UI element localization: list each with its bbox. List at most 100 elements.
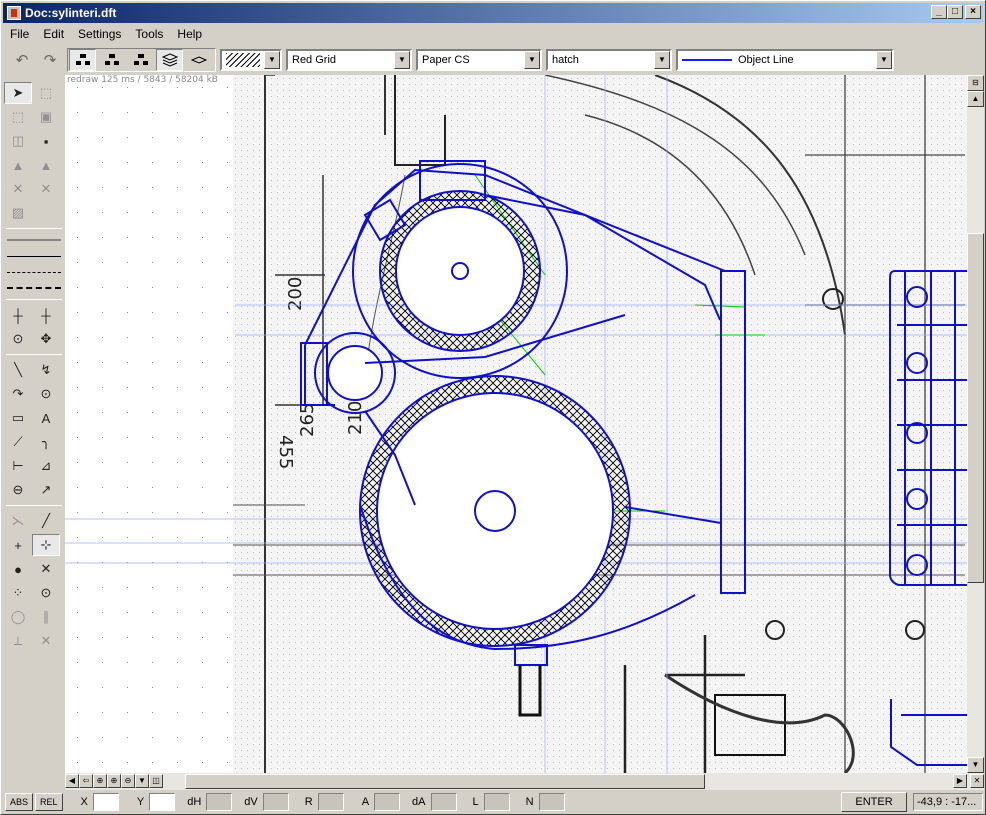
- parallel-icon[interactable]: ∥: [32, 606, 60, 628]
- r-input[interactable]: [317, 793, 344, 811]
- center-icon[interactable]: ⊙: [32, 582, 60, 604]
- nearest-icon[interactable]: ✕: [32, 630, 60, 652]
- hatch-combo[interactable]: hatch ▼: [546, 48, 672, 71]
- l-input[interactable]: [483, 793, 510, 811]
- circle-tool-icon[interactable]: ⊙: [32, 383, 60, 405]
- chevron-down-icon[interactable]: ▼: [264, 50, 280, 69]
- hatch-tool-icon[interactable]: ▨: [4, 202, 32, 224]
- polyline-tool-icon[interactable]: ↯: [32, 359, 60, 381]
- text-tool-icon[interactable]: A: [32, 407, 60, 429]
- select-crossing-icon[interactable]: ▣: [32, 106, 60, 128]
- line-style-object[interactable]: [4, 232, 64, 248]
- horizontal-scrollbar[interactable]: ◀ ⇦ ⊕ ⊕ ⊖ ▼ ◫ ▶ ✕: [65, 773, 984, 790]
- y-input[interactable]: [149, 793, 176, 811]
- leader-tool-icon[interactable]: ↗: [32, 479, 60, 501]
- line-style-thin[interactable]: [4, 248, 64, 264]
- arc-tool-icon[interactable]: ↷: [4, 383, 32, 405]
- chevron-down-icon[interactable]: ▼: [876, 50, 892, 69]
- scroll-left-icon[interactable]: ◀: [65, 774, 79, 788]
- vertical-scroll-thumb[interactable]: [967, 233, 984, 583]
- horizontal-scroll-thumb[interactable]: [185, 774, 705, 789]
- abs-mode-button[interactable]: ABS: [5, 793, 34, 811]
- select-arrow-icon[interactable]: ➤: [4, 82, 32, 104]
- zoom-in-icon[interactable]: ⊕: [107, 774, 121, 788]
- menu-tools[interactable]: Tools: [128, 27, 170, 41]
- minimize-button[interactable]: _: [931, 5, 947, 19]
- shrink-icon[interactable]: ✕: [4, 178, 32, 200]
- close-button[interactable]: ×: [965, 5, 981, 19]
- n-input[interactable]: [538, 793, 565, 811]
- split-view-icon[interactable]: ◫: [149, 774, 163, 788]
- layers-icon[interactable]: [156, 48, 183, 71]
- select-box-icon[interactable]: ⬚: [32, 82, 60, 104]
- line-style-dashed[interactable]: [4, 264, 64, 280]
- move-down-icon[interactable]: ▲: [32, 154, 60, 176]
- dimension-tool-icon[interactable]: ⊢: [4, 455, 32, 477]
- vscroll-split-icon[interactable]: ⊟: [967, 75, 984, 91]
- intersection-icon[interactable]: ✕: [32, 558, 60, 580]
- snap-horizontal-icon[interactable]: ┼: [4, 304, 32, 326]
- close-view-icon[interactable]: ✕: [970, 774, 984, 788]
- line-tool-icon[interactable]: ╲: [4, 359, 32, 381]
- dimension-200: 200: [285, 277, 306, 311]
- undo-icon[interactable]: ↶: [11, 49, 33, 71]
- hatch-pattern-combo[interactable]: ▼: [220, 48, 282, 71]
- snap-point-icon[interactable]: ✥: [32, 328, 60, 350]
- point-tool-icon[interactable]: +: [4, 534, 32, 556]
- snap-center-icon[interactable]: ⊙: [4, 328, 32, 350]
- perpendicular-icon[interactable]: ⟂: [4, 630, 32, 652]
- cad-drawing[interactable]: 200 455 265 210 130: [65, 75, 967, 773]
- group-icon[interactable]: ◫: [4, 130, 32, 152]
- a-input[interactable]: [374, 793, 401, 811]
- zoom-window-icon[interactable]: ⊕: [93, 774, 107, 788]
- title-bar[interactable]: Doc:sylinteri.dft _ □ ×: [3, 3, 983, 23]
- snap-vertical-icon[interactable]: ┼: [32, 304, 60, 326]
- layer-stack-3-icon[interactable]: [127, 49, 154, 71]
- diameter-tool-icon[interactable]: ⊖: [4, 479, 32, 501]
- zoom-out-icon[interactable]: ⊖: [121, 774, 135, 788]
- select-window-icon[interactable]: ⬚: [4, 106, 32, 128]
- enter-button[interactable]: ENTER: [841, 792, 907, 812]
- maximize-button[interactable]: □: [947, 5, 963, 19]
- chevron-down-icon[interactable]: ▼: [654, 50, 670, 69]
- expand-icon[interactable]: ✕: [32, 178, 60, 200]
- tangent-icon[interactable]: ◯: [4, 606, 32, 628]
- coordinate-system-combo[interactable]: Paper CS ▼: [416, 48, 542, 71]
- angle-dimension-icon[interactable]: ⊿: [32, 455, 60, 477]
- dh-input[interactable]: [206, 793, 233, 811]
- vertical-scrollbar[interactable]: ⊟ ▲ ▼: [967, 75, 984, 773]
- redo-icon[interactable]: ↷: [39, 49, 61, 71]
- scroll-up-icon[interactable]: ▲: [967, 91, 984, 107]
- line-type-combo[interactable]: Object Line ▼: [676, 48, 894, 71]
- scroll-right-icon[interactable]: ▶: [953, 774, 967, 788]
- scroll-down-icon[interactable]: ▼: [967, 757, 984, 773]
- line-style-dash-long[interactable]: [4, 280, 64, 296]
- extend-tool-icon[interactable]: ╱: [32, 510, 60, 532]
- rel-mode-button[interactable]: REL: [35, 793, 63, 811]
- snap-grid-icon[interactable]: ⊹: [32, 534, 60, 556]
- menu-help[interactable]: Help: [170, 27, 209, 41]
- chevron-down-icon[interactable]: ▼: [524, 50, 540, 69]
- zoom-menu-icon[interactable]: ▼: [135, 774, 149, 788]
- scroll-prev-icon[interactable]: ⇦: [79, 774, 93, 788]
- dv-input[interactable]: [262, 793, 289, 811]
- spline-tool-icon[interactable]: ⟋: [4, 431, 32, 453]
- menu-edit[interactable]: Edit: [36, 27, 71, 41]
- trim-tool-icon[interactable]: ⋋: [4, 510, 32, 532]
- drawing-canvas[interactable]: 200 455 265 210 130: [65, 75, 967, 773]
- group-options-icon[interactable]: ▪: [32, 130, 60, 152]
- layer-stack-1-icon[interactable]: [69, 48, 96, 71]
- layer-single-icon[interactable]: [185, 49, 212, 71]
- move-up-icon[interactable]: ▲: [4, 154, 32, 176]
- menu-file[interactable]: File: [3, 27, 36, 41]
- grid-combo[interactable]: Red Grid ▼: [286, 48, 412, 71]
- menu-settings[interactable]: Settings: [71, 27, 128, 41]
- rectangle-tool-icon[interactable]: ▭: [4, 407, 32, 429]
- x-input[interactable]: [92, 793, 119, 811]
- midpoint-icon[interactable]: ⁘: [4, 582, 32, 604]
- layer-stack-2-icon[interactable]: [98, 49, 125, 71]
- fillet-tool-icon[interactable]: ╮: [32, 431, 60, 453]
- fill-tool-icon[interactable]: ●: [4, 558, 32, 580]
- da-input[interactable]: [430, 793, 457, 811]
- chevron-down-icon[interactable]: ▼: [394, 50, 410, 69]
